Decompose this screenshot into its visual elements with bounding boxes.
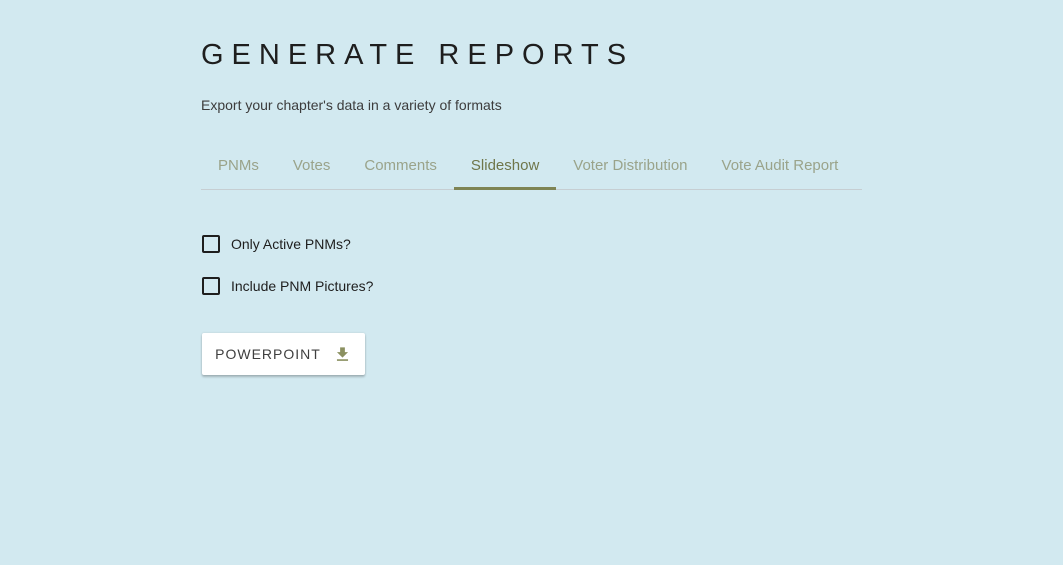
page-subtitle: Export your chapter's data in a variety …: [201, 97, 502, 113]
powerpoint-button-label: POWERPOINT: [215, 346, 321, 362]
page-title: GENERATE REPORTS: [201, 39, 635, 71]
include-pnm-pictures-row: Include PNM Pictures?: [202, 277, 862, 295]
tab-comments[interactable]: Comments: [347, 141, 454, 189]
download-icon: [336, 346, 348, 361]
tab-pnms[interactable]: PNMs: [201, 141, 276, 189]
only-active-pnms-checkbox[interactable]: [202, 235, 220, 253]
slideshow-tab-panel: Only Active PNMs? Include PNM Pictures? …: [201, 235, 862, 375]
generate-reports-page: GENERATE REPORTS Export your chapter's d…: [201, 0, 862, 375]
only-active-pnms-row: Only Active PNMs?: [202, 235, 862, 253]
tab-vote-audit-report[interactable]: Vote Audit Report: [705, 141, 856, 189]
include-pnm-pictures-checkbox[interactable]: [202, 277, 220, 295]
only-active-pnms-label: Only Active PNMs?: [231, 236, 351, 252]
report-tabs: PNMs Votes Comments Slideshow Voter Dist…: [201, 141, 862, 190]
include-pnm-pictures-label: Include PNM Pictures?: [231, 278, 374, 294]
tab-slideshow[interactable]: Slideshow: [453, 141, 557, 190]
tab-votes[interactable]: Votes: [276, 141, 348, 189]
tab-voter-distribution[interactable]: Voter Distribution: [556, 141, 704, 189]
powerpoint-download-button[interactable]: POWERPOINT: [202, 333, 365, 375]
